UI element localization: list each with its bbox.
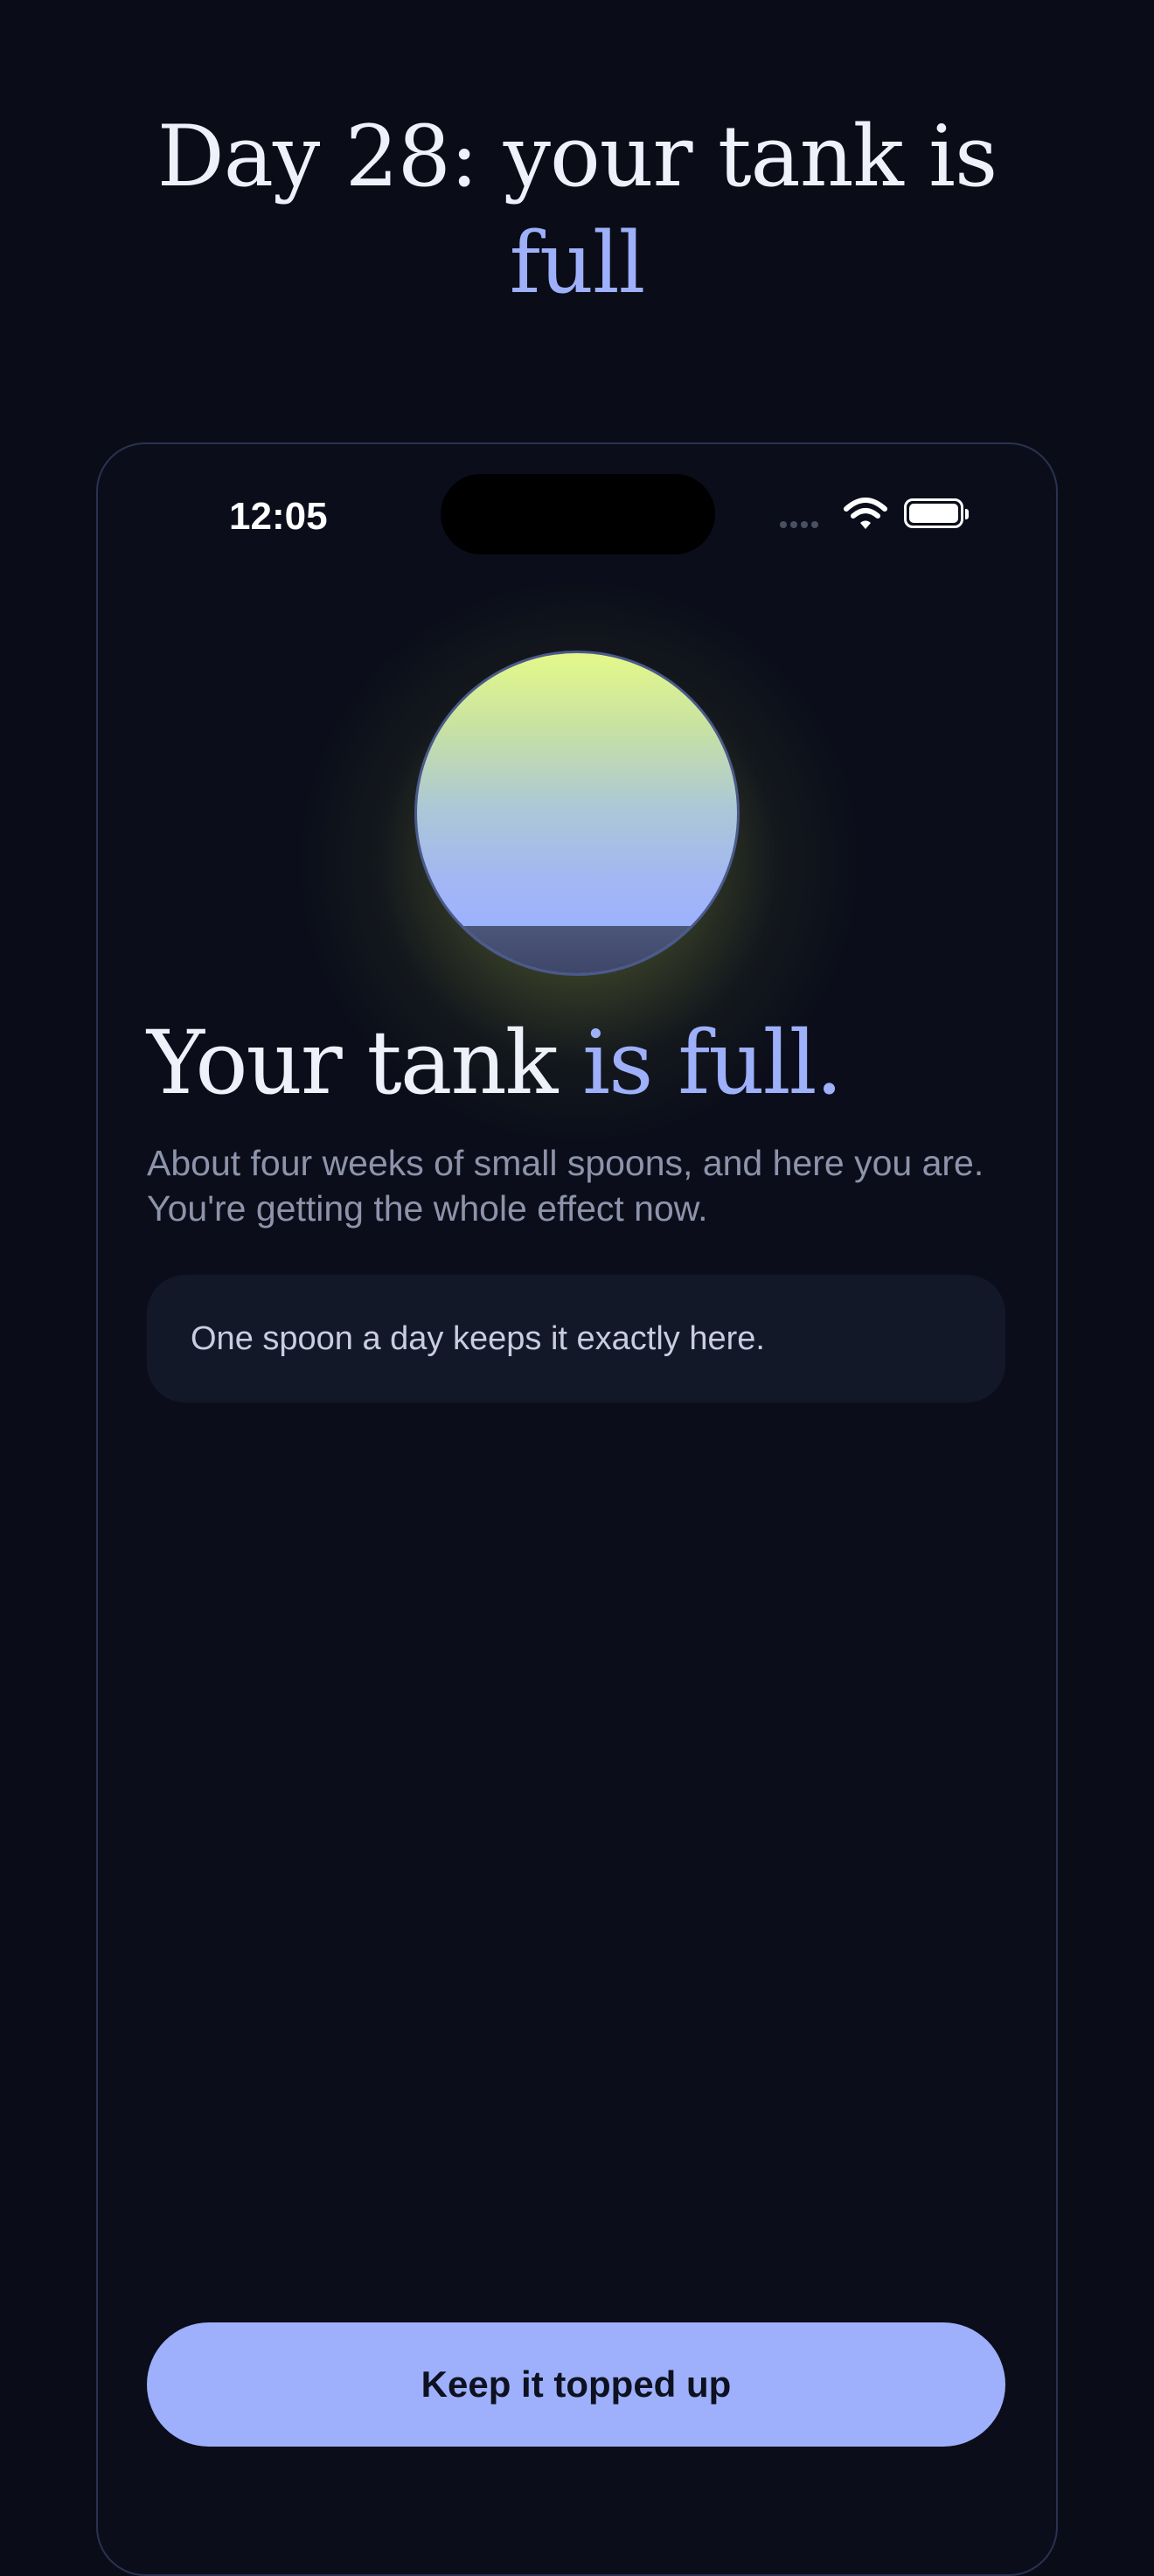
tank-status-title: Your tank is full.: [147, 1011, 843, 1116]
tank-level-circle: [414, 651, 740, 976]
phone-frame: 12:05 Your tank is full. About four week…: [96, 442, 1058, 2576]
battery-icon: [904, 498, 969, 528]
tank-base: [417, 926, 737, 973]
tank-status-title-main: Your tank: [147, 1012, 583, 1114]
headline-accent: full: [509, 214, 646, 312]
tank-status-subtitle: About four weeks of small spoons, and he…: [147, 1143, 984, 1229]
cellular-signal-icon: [780, 521, 818, 528]
dynamic-island: [441, 474, 715, 554]
headline-main: Day 28: your tank is: [156, 108, 998, 205]
tip-card-text: One spoon a day keeps it exactly here.: [191, 1319, 765, 1357]
wifi-icon: [844, 498, 887, 529]
page-headline: Day 28: your tank is full: [0, 103, 1154, 317]
status-time: 12:05: [229, 495, 328, 538]
tank-status-title-accent: is full.: [582, 1012, 843, 1114]
keep-topped-up-button[interactable]: Keep it topped up: [147, 2322, 1005, 2447]
tip-card: One spoon a day keeps it exactly here.: [147, 1275, 1005, 1403]
